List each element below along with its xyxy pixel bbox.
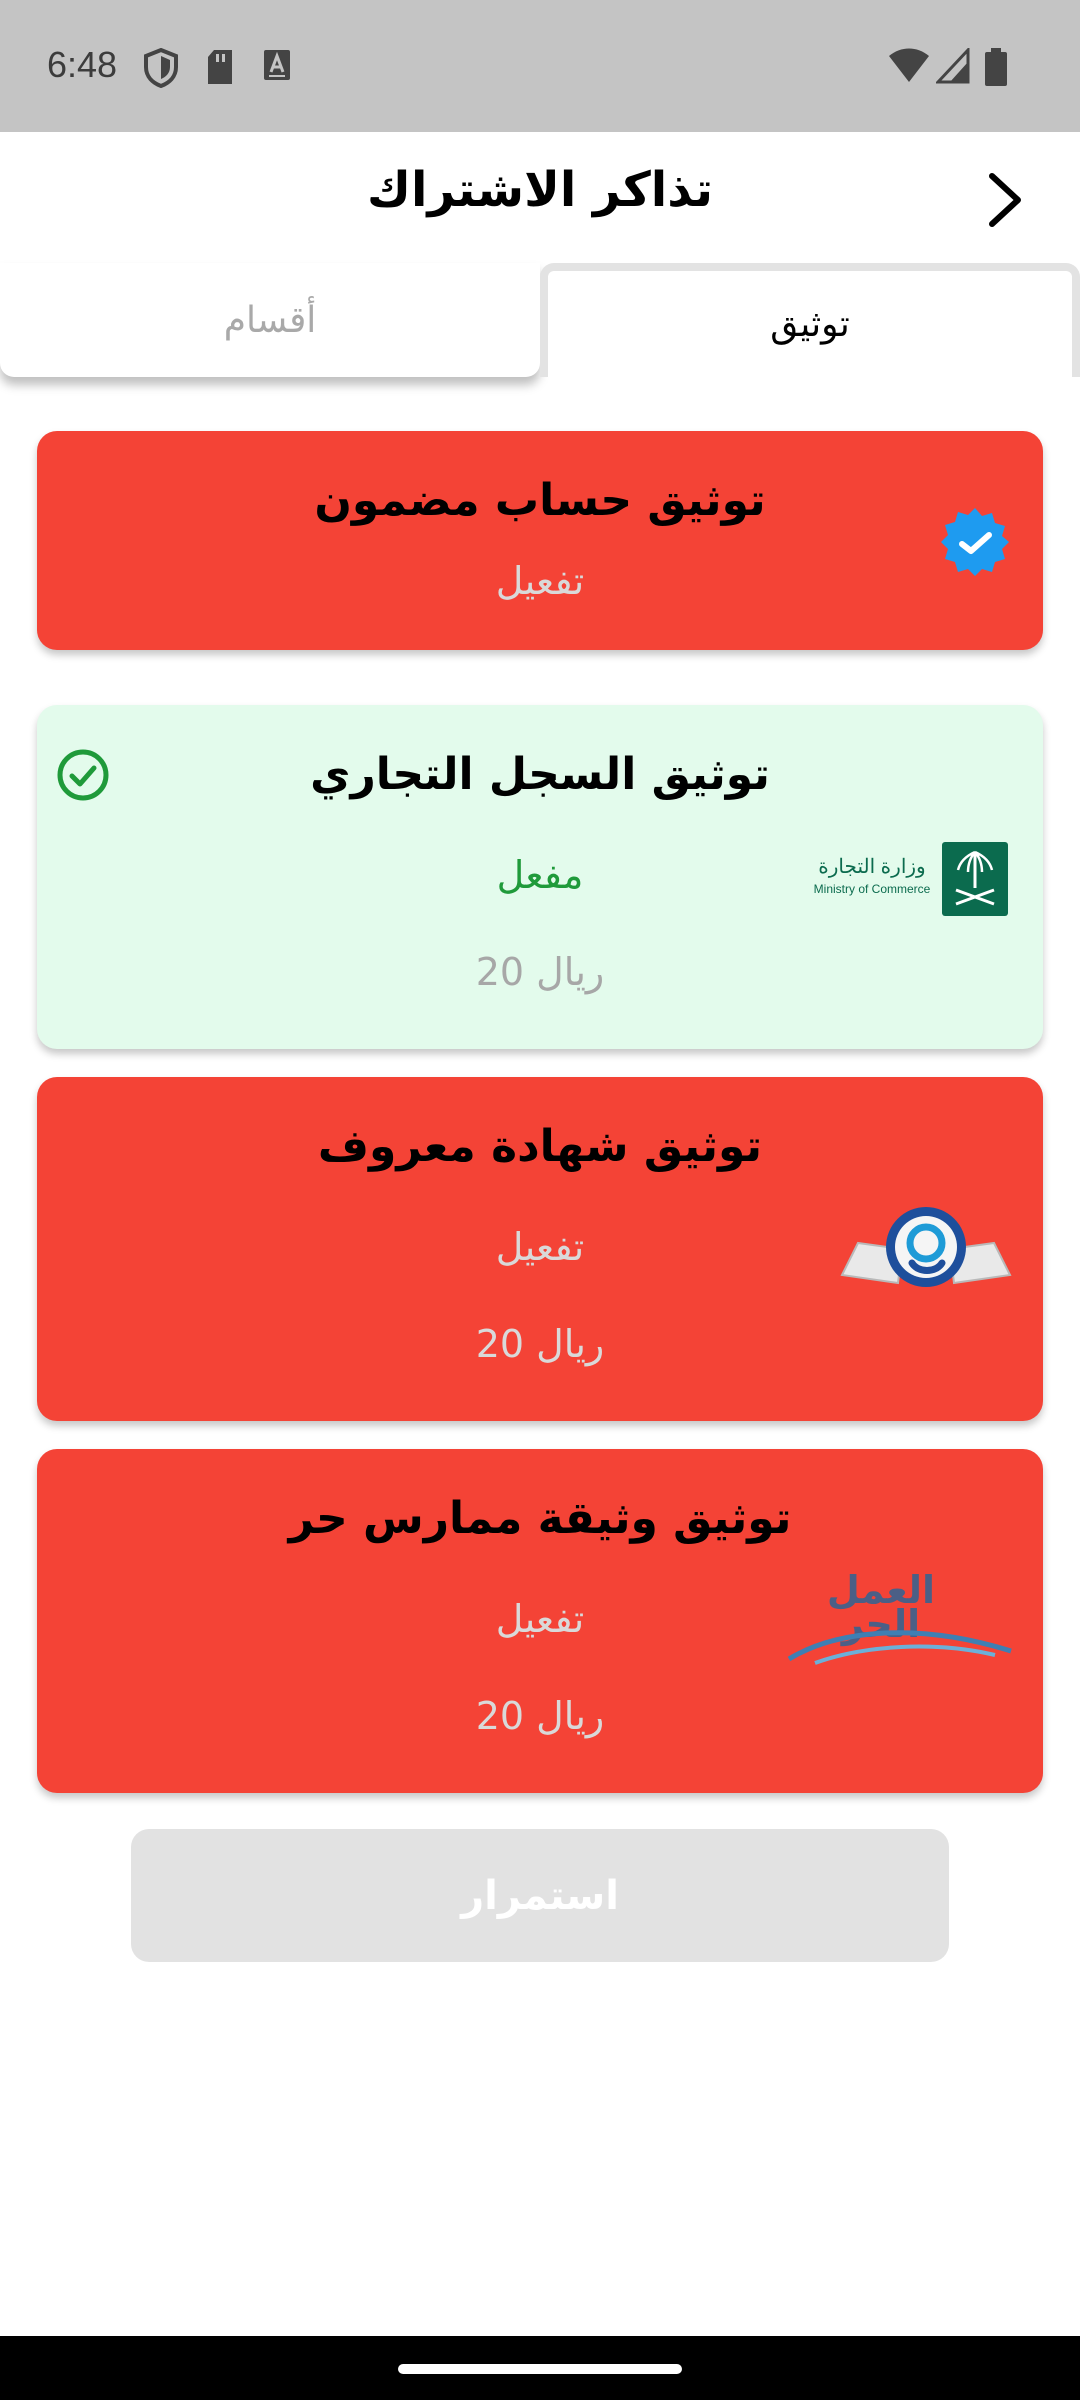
card-title: توثيق وثيقة ممارس حر — [288, 1493, 792, 1544]
battery-icon — [985, 48, 1007, 86]
tab-verification-label: توثيق — [770, 303, 850, 345]
ministry-logo-english: Ministry of Commerce — [813, 882, 931, 896]
card-price: 20 ريال — [475, 1322, 605, 1366]
app-header: تذاكر الاشتراك — [0, 132, 1080, 262]
verification-card-maroof[interactable]: توثيق شهادة معروف تفعيل 20 ريال — [37, 1077, 1043, 1421]
continue-button-label: استمرار — [461, 1872, 619, 1919]
palm-swords-emblem-icon — [942, 842, 1008, 916]
home-gesture-pill[interactable] — [398, 2364, 682, 2374]
card-title: توثيق شهادة معروف — [317, 1121, 763, 1172]
a-box-icon — [264, 50, 290, 80]
verification-card-freelance[interactable]: توثيق وثيقة ممارس حر تفعيل 20 ريال العمل… — [37, 1449, 1043, 1793]
verification-card-commercial-register[interactable]: توثيق السجل التجاري مفعل 20 ريال وزارة ا… — [37, 705, 1043, 1049]
card-title: توثيق السجل التجاري — [310, 749, 770, 800]
sd-card-icon — [208, 50, 232, 84]
signal-icon — [936, 48, 970, 84]
tab-sections-label: أقسام — [223, 299, 317, 341]
tab-sections[interactable]: أقسام — [0, 263, 540, 377]
wave-swoosh-icon — [787, 1630, 1012, 1665]
maroof-logo — [840, 1207, 1012, 1287]
subscription-tickets-screen: 6:48 تذاكر الاشتراك أقسام توثيق توثيق حس… — [0, 0, 1080, 2400]
ministry-of-commerce-logo: وزارة التجارة Ministry of Commerce — [810, 838, 1020, 920]
tab-verification[interactable]: توثيق — [540, 263, 1080, 377]
chevron-right-icon[interactable] — [978, 168, 1034, 232]
card-status: تفعيل — [495, 559, 585, 603]
navigation-bar — [0, 2336, 1080, 2400]
status-bar: 6:48 — [0, 0, 1080, 132]
verified-badge-icon — [941, 508, 1009, 576]
card-price: 20 ريال — [475, 950, 605, 994]
wifi-icon — [889, 48, 929, 82]
freelance-logo: العمل الحر — [785, 1571, 1015, 1667]
page-title: تذاكر الاشتراك — [367, 162, 713, 218]
continue-button[interactable]: استمرار — [131, 1829, 949, 1962]
status-time: 6:48 — [47, 44, 118, 85]
card-title: توثيق حساب مضمون — [314, 475, 766, 526]
card-price: 20 ريال — [475, 1694, 605, 1738]
ministry-logo-arabic: وزارة التجارة — [818, 856, 926, 878]
shield-icon — [144, 48, 178, 88]
verification-card-guaranteed-account[interactable]: توثيق حساب مضمون تفعيل — [37, 431, 1043, 650]
